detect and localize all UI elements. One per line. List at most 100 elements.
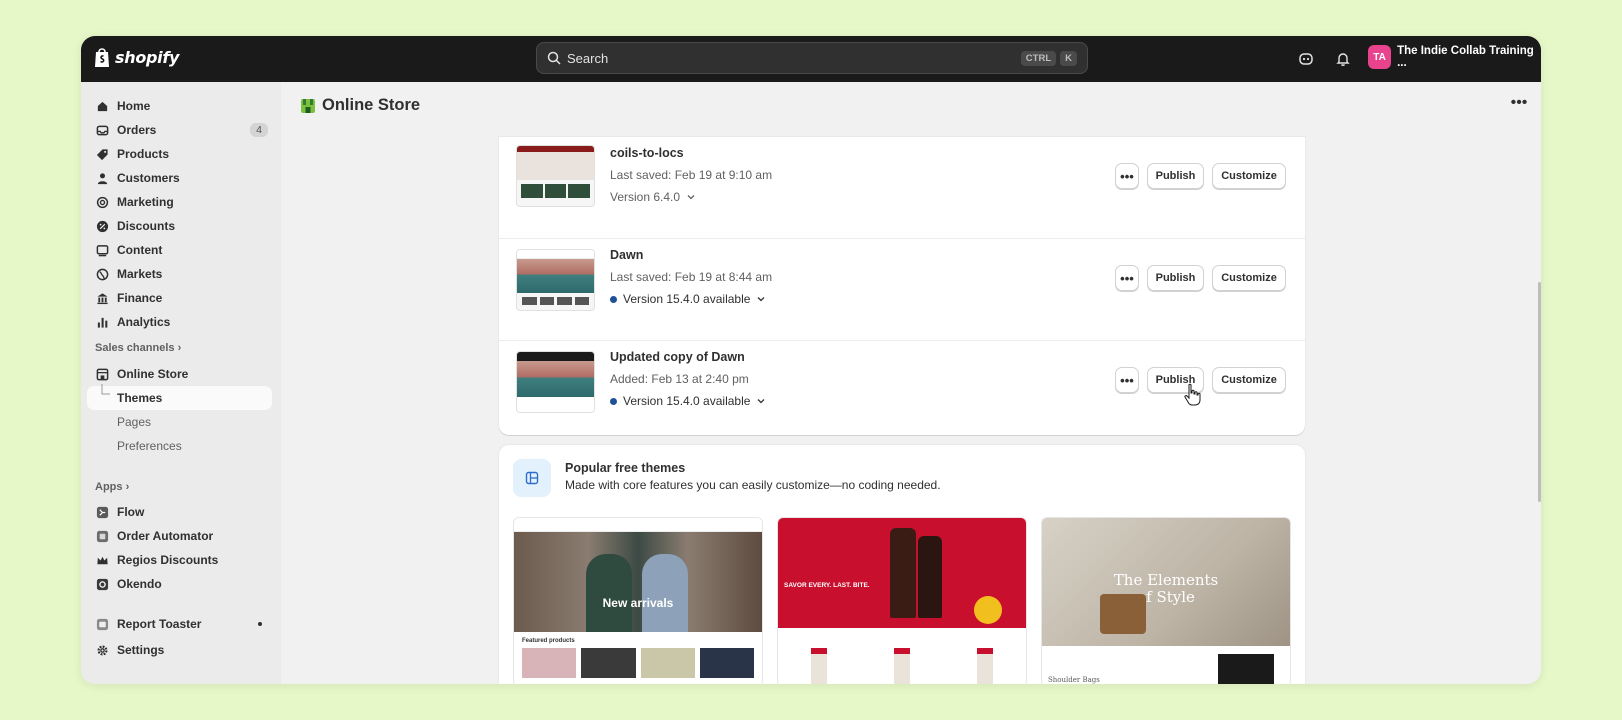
sidebar-item-themes[interactable]: Themes bbox=[87, 384, 272, 410]
sidebar-item-finance[interactable]: Finance bbox=[87, 286, 272, 310]
sidebar-item-label: Markets bbox=[117, 267, 163, 281]
apps-heading[interactable]: Apps › bbox=[95, 481, 129, 493]
sidebar-item-report-toaster[interactable]: Report Toaster bbox=[87, 612, 272, 636]
okendo-app-icon bbox=[95, 577, 109, 591]
preview-hero-caption: New arrivals bbox=[602, 596, 674, 610]
update-available-dot bbox=[610, 397, 617, 405]
apps-label: Apps bbox=[95, 481, 123, 493]
discount-icon bbox=[95, 219, 109, 233]
chevron-right-icon: › bbox=[125, 481, 130, 493]
sidebar-item-pages[interactable]: Pages bbox=[87, 410, 272, 434]
gear-icon bbox=[95, 643, 109, 657]
publish-button[interactable]: Publish bbox=[1147, 163, 1204, 189]
inbox-icon bbox=[95, 123, 109, 137]
search-icon bbox=[547, 51, 561, 65]
theme-preview-savor[interactable]: SAVOR EVERY. LAST. BITE. bbox=[777, 517, 1027, 684]
sidebar-item-preferences[interactable]: Preferences bbox=[87, 434, 272, 458]
update-available-dot bbox=[610, 295, 617, 303]
main-scrollbar[interactable] bbox=[1538, 282, 1541, 502]
sidebar-item-label: Okendo bbox=[117, 577, 162, 591]
page-actions-more-button[interactable]: ••• bbox=[1509, 95, 1529, 116]
online-store-icon bbox=[301, 98, 315, 113]
theme-added-time: Added: Feb 13 at 2:40 pm bbox=[610, 372, 749, 386]
sidebar-item-label: Report Toaster bbox=[117, 617, 202, 631]
customize-button[interactable]: Customize bbox=[1212, 163, 1286, 189]
flow-app-icon bbox=[95, 505, 109, 519]
theme-more-actions-button[interactable]: ••• bbox=[1115, 265, 1139, 291]
globe-icon bbox=[95, 267, 109, 281]
theme-row: coils-to-locs Last saved: Feb 19 at 9:10… bbox=[499, 137, 1305, 239]
sidebar-item-okendo[interactable]: Okendo bbox=[87, 572, 272, 596]
sidebar-item-customers[interactable]: Customers bbox=[87, 166, 272, 190]
theme-version-dropdown[interactable]: Version 6.4.0 bbox=[610, 190, 696, 204]
theme-preview-horizon[interactable]: New arrivals Featured products bbox=[513, 517, 763, 684]
image-icon bbox=[95, 243, 109, 257]
orders-count-badge: 4 bbox=[250, 123, 268, 137]
sidebar-item-orders[interactable]: Orders 4 bbox=[87, 118, 272, 142]
theme-row: Dawn Last saved: Feb 19 at 8:44 am Versi… bbox=[499, 239, 1305, 341]
theme-version: Version 15.4.0 available bbox=[623, 394, 751, 408]
main-content: Online Store ••• coils-to-locs Last save… bbox=[281, 82, 1541, 684]
kbd-k: K bbox=[1060, 50, 1077, 66]
sidebar-item-order-automator[interactable]: Order Automator bbox=[87, 524, 272, 548]
theme-preview-atelier[interactable]: The Elements of Style Shoulder Bags bbox=[1041, 517, 1291, 684]
sidebar-item-label: Marketing bbox=[117, 195, 174, 209]
theme-name: Dawn bbox=[610, 248, 644, 262]
preview-hero-caption: SAVOR EVERY. LAST. BITE. bbox=[784, 582, 870, 589]
app-window: shopify Search CTRL K TA The Indie Colla… bbox=[81, 36, 1541, 684]
sidebar-item-online-store[interactable]: Online Store bbox=[87, 362, 272, 386]
sidebar-item-home[interactable]: Home bbox=[87, 94, 272, 118]
sidebar-item-label: Home bbox=[117, 99, 151, 113]
tree-connector-icon bbox=[101, 384, 110, 395]
bell-icon[interactable] bbox=[1332, 48, 1354, 70]
person-icon bbox=[95, 171, 109, 185]
preview-hero-caption: The Elements of Style bbox=[1113, 571, 1219, 606]
shopify-logo[interactable]: shopify bbox=[93, 46, 179, 68]
sales-channels-heading[interactable]: Sales channels › bbox=[95, 342, 181, 354]
sales-channels-label: Sales channels bbox=[95, 342, 175, 354]
popular-themes-subtitle: Made with core features you can easily c… bbox=[565, 478, 941, 492]
theme-name: coils-to-locs bbox=[610, 146, 684, 160]
popular-themes-title: Popular free themes bbox=[565, 461, 686, 475]
publish-button[interactable]: Publish bbox=[1147, 265, 1204, 291]
sidebar-item-flow[interactable]: Flow bbox=[87, 500, 272, 524]
tag-icon bbox=[95, 147, 109, 161]
avatar: TA bbox=[1368, 45, 1392, 69]
page-header: Online Store ••• bbox=[281, 82, 1541, 130]
report-toaster-app-icon bbox=[95, 617, 109, 631]
theme-version: Version 15.4.0 available bbox=[623, 292, 751, 306]
target-icon bbox=[95, 195, 109, 209]
sidebar-item-content[interactable]: Content bbox=[87, 238, 272, 262]
sidebar-item-marketing[interactable]: Marketing bbox=[87, 190, 272, 214]
storefront-icon bbox=[95, 367, 109, 381]
sidebar: Home Orders 4 Products Customers Marketi… bbox=[81, 82, 281, 684]
theme-more-actions-button[interactable]: ••• bbox=[1115, 367, 1139, 393]
theme-version-dropdown[interactable]: Version 15.4.0 available bbox=[610, 394, 766, 408]
search-input[interactable]: Search CTRL K bbox=[536, 42, 1088, 74]
sidebar-item-label: Discounts bbox=[117, 219, 176, 233]
sidebar-item-settings[interactable]: Settings bbox=[87, 638, 272, 662]
sidebar-item-discounts[interactable]: Discounts bbox=[87, 214, 272, 238]
sidebar-item-regios-discounts[interactable]: Regios Discounts bbox=[87, 548, 272, 572]
sidebar-item-label: Products bbox=[117, 147, 170, 161]
bar-chart-icon bbox=[95, 315, 109, 329]
sidekick-icon[interactable] bbox=[1295, 48, 1317, 70]
theme-saved-time: Last saved: Feb 19 at 9:10 am bbox=[610, 168, 773, 182]
sidebar-item-label: Online Store bbox=[117, 367, 189, 381]
sidebar-item-label: Flow bbox=[117, 505, 145, 519]
sidebar-item-products[interactable]: Products bbox=[87, 142, 272, 166]
sidebar-item-label: Settings bbox=[117, 643, 165, 657]
sidebar-item-label: Finance bbox=[117, 291, 163, 305]
theme-version-dropdown[interactable]: Version 15.4.0 available bbox=[610, 292, 766, 306]
theme-more-actions-button[interactable]: ••• bbox=[1115, 163, 1139, 189]
sidebar-item-label: Preferences bbox=[117, 439, 182, 453]
customize-button[interactable]: Customize bbox=[1212, 367, 1286, 393]
customize-button[interactable]: Customize bbox=[1212, 265, 1286, 291]
sidebar-item-label: Content bbox=[117, 243, 163, 257]
store-account-menu[interactable]: TA The Indie Collab Training ... bbox=[1368, 45, 1541, 69]
sidebar-item-analytics[interactable]: Analytics bbox=[87, 310, 272, 334]
sidebar-item-markets[interactable]: Markets bbox=[87, 262, 272, 286]
page-title: Online Store bbox=[299, 96, 420, 115]
sidebar-item-label: Customers bbox=[117, 171, 180, 185]
search-shortcut: CTRL K bbox=[1020, 50, 1077, 66]
